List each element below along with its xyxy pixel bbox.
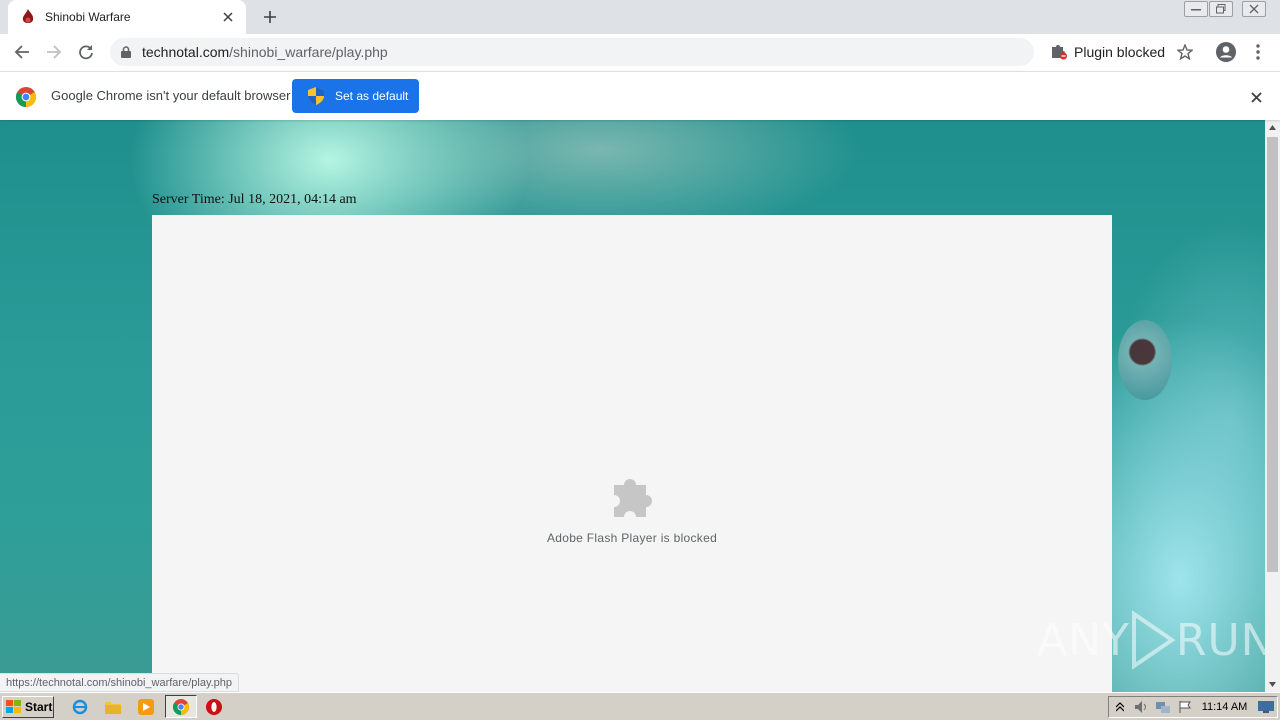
explorer-quicklaunch[interactable]	[104, 698, 122, 716]
play-triangle-icon	[1131, 610, 1176, 670]
start-button[interactable]: Start	[2, 696, 54, 718]
tab-strip: Shinobi Warfare	[0, 0, 1280, 34]
windows-logo-icon	[6, 700, 21, 713]
anyrun-watermark: ANY RUN	[1037, 608, 1265, 672]
tab-shinobi-warfare[interactable]: Shinobi Warfare	[8, 0, 246, 34]
browser-menu-button[interactable]	[1248, 40, 1268, 64]
close-icon	[1250, 91, 1262, 103]
set-as-default-button[interactable]: Set as default	[292, 79, 419, 113]
show-desktop-icon[interactable]	[1255, 698, 1277, 716]
windows-taskbar: Start 11:14 AM	[0, 692, 1280, 720]
forward-button[interactable]	[40, 38, 68, 66]
vertical-scrollbar[interactable]	[1265, 120, 1280, 692]
plugin-blocked-indicator[interactable]: Plugin blocked	[1050, 42, 1165, 62]
server-time: Server Time: Jul 18, 2021, 04:14 am	[152, 192, 357, 207]
media-player-icon	[138, 699, 154, 715]
plugin-blocked-label: Plugin blocked	[1074, 44, 1166, 60]
favicon-flame-icon	[20, 9, 36, 25]
plus-icon	[264, 11, 276, 23]
scroll-thumb[interactable]	[1267, 137, 1278, 572]
minimize-button[interactable]	[1183, 0, 1209, 18]
page-viewport: Server Time: Jul 18, 2021, 04:14 am Adob…	[0, 120, 1265, 692]
window-close-button[interactable]	[1241, 0, 1267, 18]
url-text: technotal.com/shinobi_warfare/play.php	[142, 44, 388, 60]
action-center-flag-icon[interactable]	[1174, 698, 1196, 716]
taskbar-clock[interactable]: 11:14 AM	[1202, 701, 1248, 713]
back-button[interactable]	[8, 38, 36, 66]
restore-button[interactable]	[1208, 0, 1234, 18]
menu-dots-icon	[1256, 44, 1260, 60]
volume-icon[interactable]	[1131, 698, 1153, 716]
star-icon	[1177, 44, 1193, 60]
browser-toolbar: technotal.com/shinobi_warfare/play.php P…	[0, 34, 1280, 71]
ie-quicklaunch[interactable]	[71, 698, 89, 716]
puzzle-blocked-icon	[1052, 45, 1067, 60]
close-icon[interactable]	[220, 9, 236, 25]
tab-title: Shinobi Warfare	[45, 10, 131, 24]
new-tab-button[interactable]	[258, 5, 282, 29]
media-player-quicklaunch[interactable]	[137, 698, 155, 716]
profile-icon	[1216, 42, 1236, 62]
chrome-logo-icon	[16, 87, 36, 107]
tray-expand-icon[interactable]	[1109, 698, 1131, 716]
background-character-art	[1118, 320, 1172, 400]
flash-blocked-message: Adobe Flash Player is blocked	[546, 531, 718, 545]
folder-icon	[105, 702, 121, 714]
status-bar-url: https://technotal.com/shinobi_warfare/pl…	[0, 673, 240, 692]
network-icon[interactable]	[1152, 698, 1174, 716]
start-label: Start	[25, 700, 53, 714]
flash-plugin-placeholder[interactable]: Adobe Flash Player is blocked	[152, 215, 1112, 692]
opera-quicklaunch[interactable]	[205, 698, 223, 716]
bookmark-star-button[interactable]	[1175, 42, 1195, 62]
scroll-up-arrow[interactable]	[1265, 120, 1280, 135]
shield-icon	[308, 87, 324, 105]
set-as-default-label: Set as default	[335, 89, 409, 103]
scroll-down-arrow[interactable]	[1265, 677, 1280, 692]
ie-icon	[72, 699, 88, 715]
system-tray: 11:14 AM	[1108, 696, 1278, 718]
default-browser-infobar: Google Chrome isn't your default browser…	[0, 71, 1280, 120]
infobar-message: Google Chrome isn't your default browser	[51, 88, 291, 103]
profile-button[interactable]	[1214, 40, 1238, 64]
puzzle-icon	[614, 479, 652, 517]
infobar-close-button[interactable]	[1247, 88, 1265, 106]
address-bar[interactable]: technotal.com/shinobi_warfare/play.php	[110, 38, 1034, 66]
back-icon	[14, 45, 29, 59]
chrome-taskbar-button[interactable]	[165, 695, 197, 718]
reload-icon	[79, 45, 93, 60]
lock-icon[interactable]	[120, 45, 132, 59]
reload-button[interactable]	[72, 38, 100, 66]
chrome-icon	[173, 698, 189, 715]
opera-icon	[206, 699, 222, 715]
forward-icon	[47, 45, 62, 59]
